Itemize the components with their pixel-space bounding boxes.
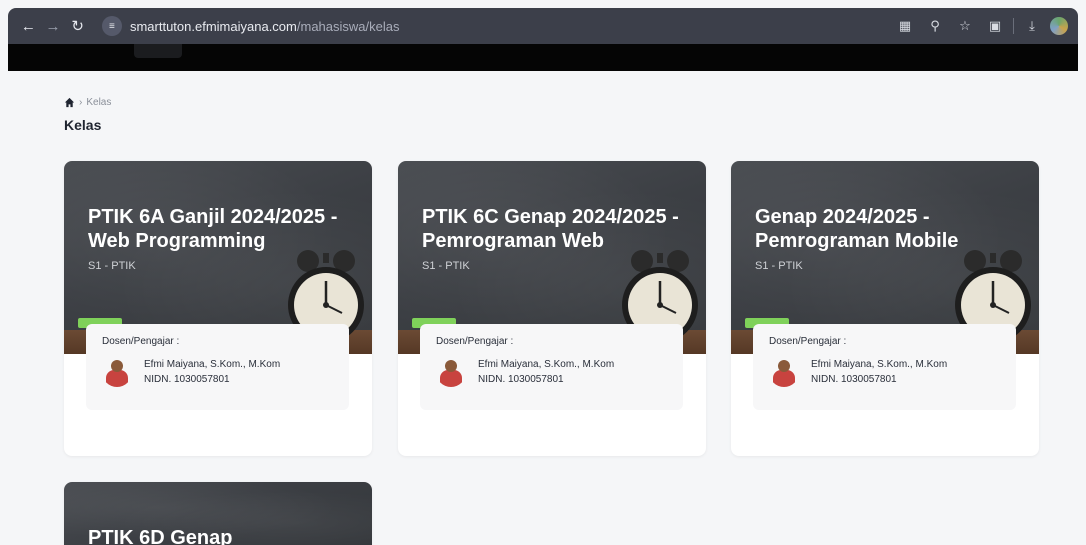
- toolbar-divider: [1013, 18, 1014, 34]
- breadcrumb: › Kelas: [64, 97, 111, 108]
- extensions-puzzle-icon[interactable]: ▣: [983, 14, 1007, 38]
- teacher-avatar: [102, 357, 132, 387]
- teacher-panel: Dosen/Pengajar : Efmi Maiyana, S.Kom., M…: [753, 324, 1016, 410]
- class-card[interactable]: PTIK 6D Genap: [64, 482, 372, 545]
- page-title: Kelas: [64, 117, 102, 133]
- teacher-panel: Dosen/Pengajar : Efmi Maiyana, S.Kom., M…: [86, 324, 349, 410]
- teacher-avatar: [769, 357, 799, 387]
- zoom-icon[interactable]: ⚲: [923, 14, 947, 38]
- address-bar[interactable]: ≡ smarttuton.efmimaiyana.com/mahasiswa/k…: [96, 12, 893, 40]
- bookmark-star-icon[interactable]: ☆: [953, 14, 977, 38]
- translate-icon[interactable]: ▦: [893, 14, 917, 38]
- teacher-label: Dosen/Pengajar :: [436, 336, 514, 347]
- class-title: PTIK 6C Genap 2024/2025 - Pemrograman We…: [422, 206, 679, 252]
- forward-arrow-icon[interactable]: →: [41, 13, 66, 39]
- reload-icon[interactable]: ↻: [65, 13, 90, 39]
- topbar-tab[interactable]: [134, 44, 182, 58]
- profile-avatar-icon[interactable]: [1050, 17, 1068, 35]
- class-title: Genap 2024/2025 - Pemrograman Mobile: [755, 206, 959, 252]
- class-title: PTIK 6D Genap: [88, 527, 233, 545]
- teacher-avatar: [436, 357, 466, 387]
- back-arrow-icon[interactable]: ←: [16, 13, 41, 39]
- browser-toolbar: ← → ↻ ≡ smarttuton.efmimaiyana.com/mahas…: [8, 8, 1078, 44]
- site-info-icon[interactable]: ≡: [101, 16, 122, 36]
- breadcrumb-separator: ›: [79, 97, 83, 108]
- class-card[interactable]: Genap 2024/2025 - Pemrograman Mobile S1 …: [731, 161, 1039, 456]
- teacher-nidn: NIDN. 1030057801: [811, 374, 897, 385]
- class-card[interactable]: PTIK 6C Genap 2024/2025 - Pemrograman We…: [398, 161, 706, 456]
- breadcrumb-current: Kelas: [86, 97, 112, 108]
- url-host: smarttuton.efmimaiyana.com: [129, 18, 297, 34]
- card-hero-image: PTIK 6D Genap: [64, 482, 372, 545]
- teacher-nidn: NIDN. 1030057801: [144, 374, 230, 385]
- class-title: PTIK 6A Ganjil 2024/2025 - Web Programmi…: [88, 206, 338, 252]
- class-card[interactable]: PTIK 6A Ganjil 2024/2025 - Web Programmi…: [64, 161, 372, 456]
- teacher-label: Dosen/Pengajar :: [769, 336, 847, 347]
- site-topbar: [8, 44, 1078, 71]
- teacher-panel: Dosen/Pengajar : Efmi Maiyana, S.Kom., M…: [420, 324, 683, 410]
- home-icon[interactable]: [64, 97, 75, 108]
- teacher-label: Dosen/Pengajar :: [102, 336, 180, 347]
- teacher-name: Efmi Maiyana, S.Kom., M.Kom: [144, 359, 281, 370]
- teacher-nidn: NIDN. 1030057801: [478, 374, 564, 385]
- teacher-name: Efmi Maiyana, S.Kom., M.Kom: [478, 359, 615, 370]
- url-text[interactable]: smarttuton.efmimaiyana.com/mahasiswa/kel…: [130, 19, 400, 34]
- teacher-name: Efmi Maiyana, S.Kom., M.Kom: [811, 359, 948, 370]
- download-icon[interactable]: ⤓: [1020, 14, 1044, 38]
- url-path: /mahasiswa/kelas: [296, 18, 400, 34]
